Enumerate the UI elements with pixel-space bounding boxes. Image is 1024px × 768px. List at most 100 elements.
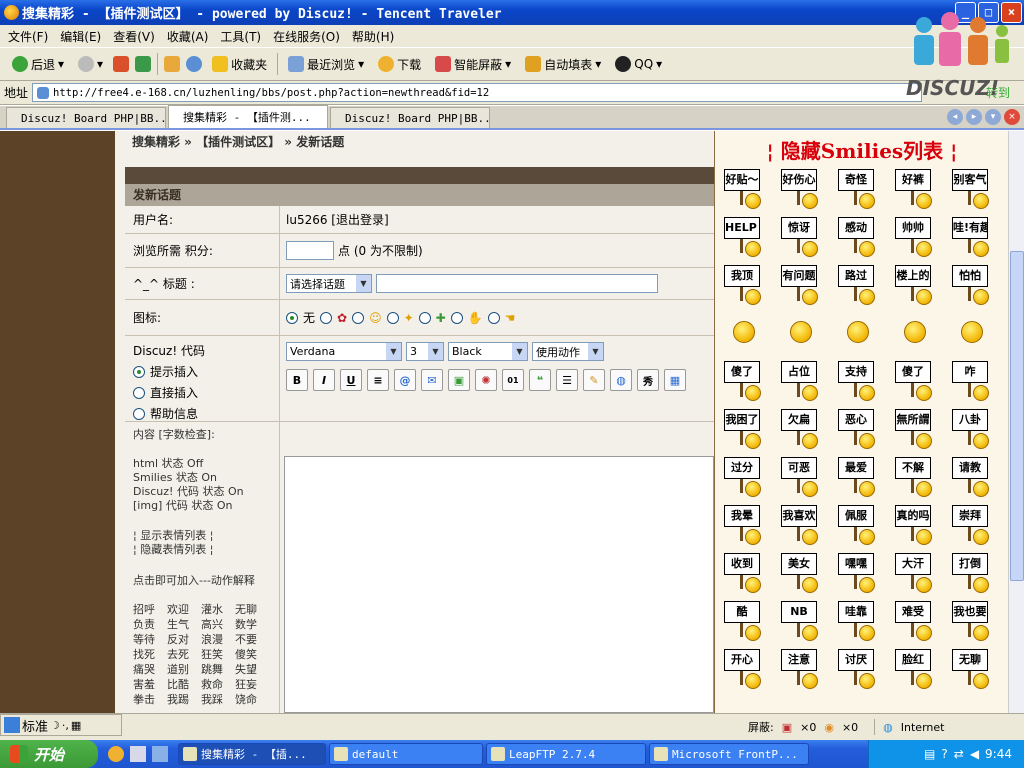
- action-link[interactable]: 道别: [167, 663, 201, 677]
- history-icon[interactable]: [186, 56, 203, 72]
- smiley-item[interactable]: 酷: [721, 599, 778, 641]
- smiley-item[interactable]: 好贴～: [721, 167, 778, 209]
- smiley-item[interactable]: 欠扁: [778, 407, 835, 449]
- smiley-item[interactable]: 可恶: [778, 455, 835, 497]
- smilies-title[interactable]: ¦ 隐藏Smilies列表 ¦: [715, 135, 1008, 164]
- action-link[interactable]: 生气: [167, 618, 201, 632]
- smiley-item[interactable]: 收到: [721, 551, 778, 593]
- taskbar-item-frontpage[interactable]: Microsoft FrontP...: [649, 743, 809, 765]
- smiley-item[interactable]: 恶心: [835, 407, 892, 449]
- mode-radio-direct[interactable]: [133, 386, 145, 399]
- tab-active-post[interactable]: 搜集精彩 - 【插件测...: [168, 105, 328, 128]
- tab-close-icon[interactable]: ×: [1004, 109, 1020, 125]
- action-link[interactable]: 我踢: [167, 693, 201, 707]
- smiley-item[interactable]: 哇靠: [835, 599, 892, 641]
- action-link[interactable]: 欢迎: [167, 603, 201, 617]
- smiley-item[interactable]: 我喜欢: [778, 503, 835, 545]
- smiley-item[interactable]: [892, 311, 949, 353]
- taskbar-item-folder[interactable]: default: [329, 743, 483, 765]
- clock[interactable]: 9:44: [985, 747, 1012, 761]
- smiley-item[interactable]: 脸红: [892, 647, 949, 689]
- tab-discuz-1[interactable]: Discuz! Board PHP|BB...: [6, 107, 166, 128]
- action-link[interactable]: 狂妄: [235, 678, 269, 692]
- underline-button[interactable]: U: [340, 369, 362, 391]
- smiley-item[interactable]: [778, 311, 835, 353]
- smiley-item[interactable]: 占位: [778, 359, 835, 401]
- action-link[interactable]: 招呼: [133, 603, 167, 617]
- language-icon[interactable]: ▤: [924, 747, 935, 761]
- quicklaunch-app-icon[interactable]: [130, 746, 146, 762]
- smiley-item[interactable]: 惊讶: [778, 215, 835, 257]
- show-smilies-link[interactable]: ¦ 显示表情列表 ¦: [133, 529, 213, 543]
- download-button[interactable]: 下载: [374, 54, 425, 75]
- action-link[interactable]: 比酷: [167, 678, 201, 692]
- action-select[interactable]: 使用动作 ▼: [532, 342, 604, 361]
- align-center-icon[interactable]: ≡: [367, 369, 389, 391]
- action-link[interactable]: 痛哭: [133, 663, 167, 677]
- stop-icon[interactable]: [113, 56, 130, 72]
- menu-online[interactable]: 在线服务(O): [273, 28, 340, 45]
- tab-list-icon[interactable]: ▾: [985, 109, 1001, 125]
- smiley-item[interactable]: 怕怕: [949, 263, 1006, 305]
- menu-tools[interactable]: 工具(T): [220, 28, 261, 45]
- smiley-item[interactable]: 楼上的: [892, 263, 949, 305]
- smiley-item[interactable]: 哇!有趣: [949, 215, 1006, 257]
- smiley-item[interactable]: 支持: [835, 359, 892, 401]
- action-link[interactable]: 数学: [235, 618, 269, 632]
- smiley-item[interactable]: 大汗: [892, 551, 949, 593]
- punctuation-icon[interactable]: ·,: [62, 719, 69, 732]
- action-link[interactable]: 傻笑: [235, 648, 269, 662]
- smiley-item[interactable]: 讨厌: [835, 647, 892, 689]
- action-link[interactable]: 高兴: [201, 618, 235, 632]
- taskbar-item-leapftp[interactable]: LeapFTP 2.7.4: [486, 743, 646, 765]
- action-link[interactable]: 拳击: [133, 693, 167, 707]
- favorites-button[interactable]: 收藏夹: [208, 54, 271, 75]
- smiley-item[interactable]: 过分: [721, 455, 778, 497]
- icon-radio-thumbdown[interactable]: [487, 311, 500, 324]
- show-icon[interactable]: 秀: [637, 369, 659, 391]
- ime-mode[interactable]: 标准: [22, 716, 48, 735]
- smiley-item[interactable]: [721, 311, 778, 353]
- smiley-item[interactable]: 我困了: [721, 407, 778, 449]
- smiley-item[interactable]: 好伤心: [778, 167, 835, 209]
- tab-prev-icon[interactable]: ◂: [947, 109, 963, 125]
- action-link[interactable]: 无聊: [235, 603, 269, 617]
- smiley-item[interactable]: HELP ME: [721, 215, 778, 257]
- email-icon[interactable]: ✉: [421, 369, 443, 391]
- credits-input[interactable]: [286, 241, 334, 260]
- menu-favorites[interactable]: 收藏(A): [167, 28, 209, 45]
- table-icon[interactable]: ▦: [664, 369, 686, 391]
- smiley-item[interactable]: 咋: [949, 359, 1006, 401]
- smiley-item[interactable]: 好裤: [892, 167, 949, 209]
- pencil-icon[interactable]: ✎: [583, 369, 605, 391]
- keyboard-icon[interactable]: ▦: [71, 719, 81, 732]
- hide-smilies-link[interactable]: ¦ 隐藏表情列表 ¦: [133, 543, 213, 557]
- forward-button[interactable]: ▾: [74, 54, 107, 74]
- smiley-item[interactable]: 开心: [721, 647, 778, 689]
- action-link[interactable]: 跳舞: [201, 663, 235, 677]
- taskbar-item-browser[interactable]: 搜集精彩 - 【插...: [178, 743, 326, 765]
- font-select[interactable]: Verdana ▼: [286, 342, 402, 361]
- smiley-item[interactable]: 帅帅: [892, 215, 949, 257]
- popup-block-icon[interactable]: ▣: [782, 721, 792, 734]
- smiley-item[interactable]: [949, 311, 1006, 353]
- tab-discuz-2[interactable]: Discuz! Board PHP|BB...: [330, 107, 490, 128]
- smiley-item[interactable]: 有问题: [778, 263, 835, 305]
- url-field[interactable]: http://free4.e-168.cn/luzhenling/bbs/pos…: [32, 83, 923, 102]
- menu-file[interactable]: 文件(F): [8, 28, 48, 45]
- smiley-item[interactable]: 别客气: [949, 167, 1006, 209]
- action-link[interactable]: 不要: [235, 633, 269, 647]
- smiley-item[interactable]: 奇怪: [835, 167, 892, 209]
- quicklaunch-desktop-icon[interactable]: [152, 746, 168, 762]
- action-link[interactable]: 救命: [201, 678, 235, 692]
- smiley-item[interactable]: 路过: [835, 263, 892, 305]
- volume-icon[interactable]: ◀: [970, 747, 979, 761]
- smiley-item[interactable]: 無所謂: [892, 407, 949, 449]
- italic-button[interactable]: I: [313, 369, 335, 391]
- smiley-item[interactable]: 我晕: [721, 503, 778, 545]
- network-icon[interactable]: ⇄: [954, 747, 964, 761]
- recent-button[interactable]: 最近浏览 ▾: [284, 54, 368, 75]
- ad-block-icon[interactable]: ◉: [824, 721, 834, 734]
- action-link[interactable]: 浪漫: [201, 633, 235, 647]
- menu-help[interactable]: 帮助(H): [352, 28, 394, 45]
